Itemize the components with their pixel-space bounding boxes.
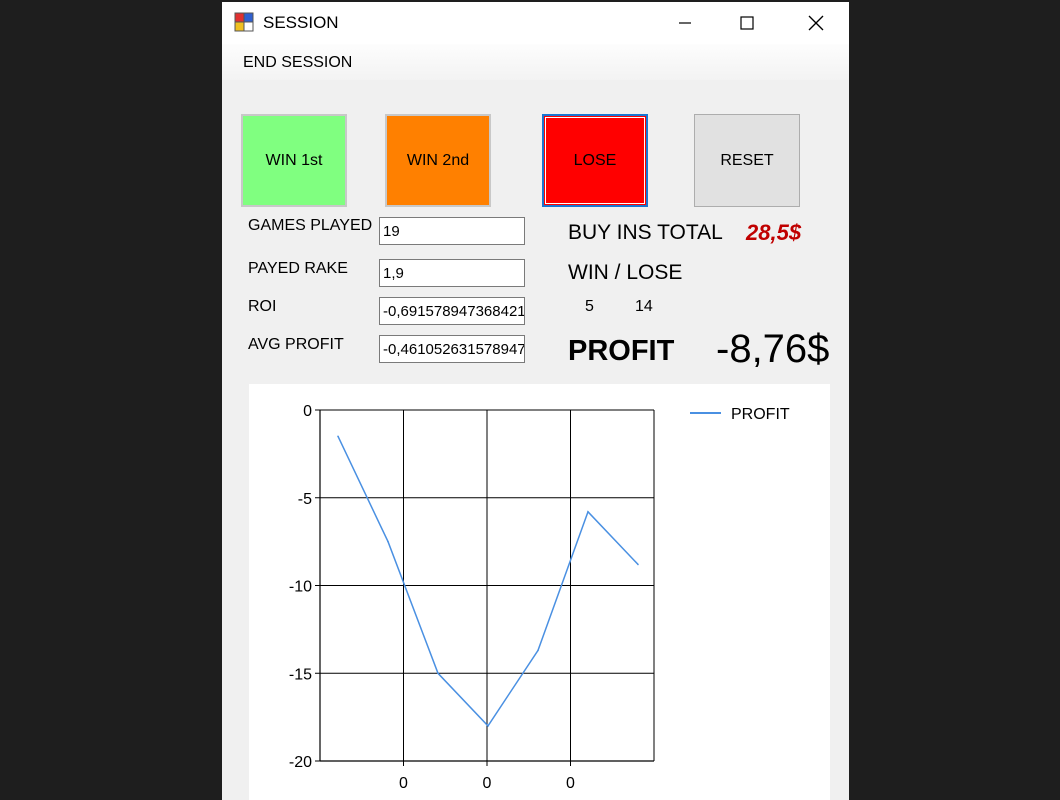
close-button[interactable] — [785, 2, 847, 44]
roi-label: ROI — [248, 298, 277, 315]
games-played-field[interactable]: 19 — [379, 217, 525, 245]
series-point — [437, 672, 439, 675]
payed-rake-field[interactable]: 1,9 — [379, 259, 525, 287]
roi-field[interactable]: -0,691578947368421 — [379, 297, 525, 325]
x-tick-label: 0 — [483, 775, 492, 792]
win-2nd-button[interactable]: WIN 2nd — [385, 114, 491, 207]
buy-ins-total-value: 28,5$ — [746, 220, 802, 245]
y-tick-label: -10 — [289, 579, 312, 596]
close-icon — [808, 15, 824, 31]
win-1st-button[interactable]: WIN 1st — [241, 114, 347, 207]
minimize-icon — [679, 22, 691, 24]
y-tick-label: -20 — [289, 754, 312, 771]
menu-end-session[interactable]: END SESSION — [243, 54, 352, 72]
series-point — [587, 510, 589, 513]
x-tick-label: 0 — [566, 775, 575, 792]
profit-chart-svg: 0 -5 -10 -15 -20 0 0 0 PROFIT — [289, 403, 790, 792]
avg-profit-field[interactable]: -0,461052631578947 — [379, 335, 525, 363]
losses-count: 14 — [635, 298, 653, 315]
title-bar[interactable]: SESSION — [222, 2, 849, 44]
profit-chart: 0 -5 -10 -15 -20 0 0 0 PROFIT — [249, 384, 830, 800]
profit-value: -8,76$ — [716, 327, 830, 371]
wins-count: 5 — [585, 298, 594, 315]
profit-label: PROFIT — [568, 335, 675, 367]
reset-button[interactable]: RESET — [694, 114, 800, 207]
legend-label-profit: PROFIT — [731, 406, 790, 423]
minimize-button[interactable] — [654, 2, 716, 44]
menu-bar: END SESSION — [222, 44, 849, 80]
series-point — [637, 563, 639, 566]
lose-button[interactable]: LOSE — [542, 114, 648, 207]
app-icon — [234, 12, 254, 32]
series-point — [487, 725, 489, 727]
win-lose-label: WIN / LOSE — [568, 261, 683, 284]
y-tick-label: -5 — [298, 491, 312, 508]
y-tick-label: -15 — [289, 666, 312, 683]
payed-rake-label: PAYED RAKE — [248, 260, 348, 277]
avg-profit-label: AVG PROFIT — [248, 336, 344, 353]
x-tick-label: 0 — [399, 775, 408, 792]
maximize-icon — [740, 16, 754, 30]
buy-ins-total-label: BUY INS TOTAL — [568, 221, 723, 244]
session-window: SESSION END SESSION WIN 1st WIN 2nd LOSE… — [222, 2, 849, 800]
series-line-profit — [337, 435, 639, 728]
series-point — [337, 435, 339, 438]
series-point — [387, 540, 389, 543]
games-played-label: GAMES PLAYED — [248, 217, 373, 234]
maximize-button[interactable] — [716, 2, 778, 44]
y-tick-label: 0 — [303, 403, 312, 420]
window-title: SESSION — [263, 13, 339, 32]
series-point — [537, 649, 539, 652]
